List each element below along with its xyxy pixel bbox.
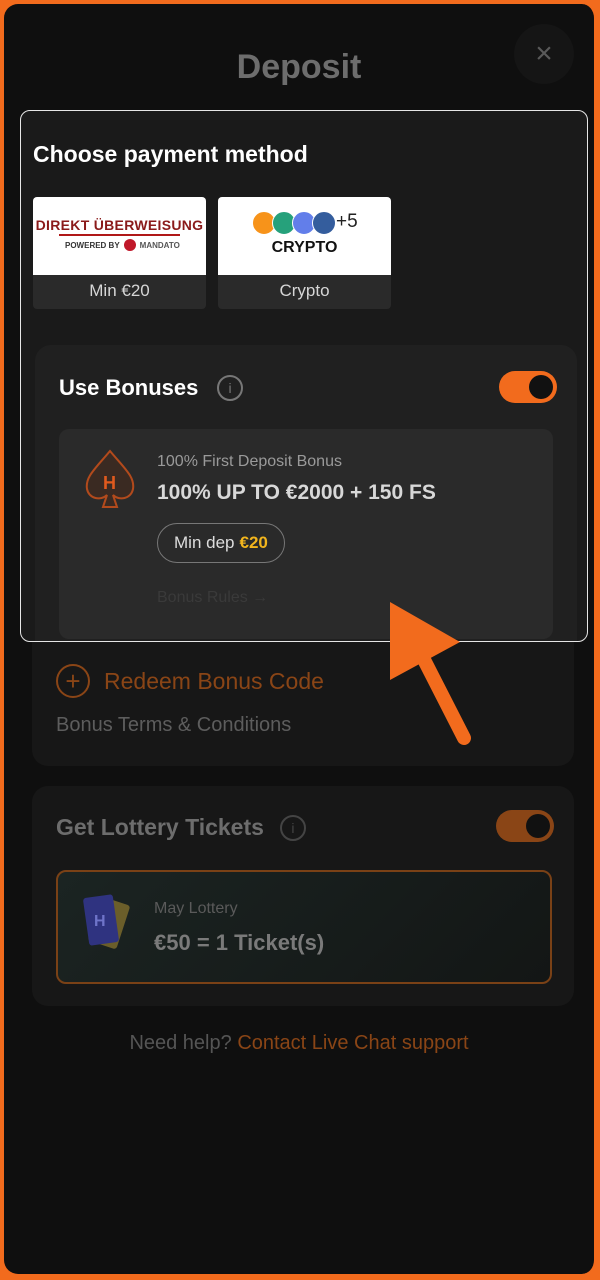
highlighted-section: Choose payment method DIREKT ÜBERWEISUNG… [20,110,588,642]
payment-method-label: Min €20 [89,281,150,300]
lottery-toggle[interactable] [496,810,554,842]
ticket-icon: H [83,894,130,949]
use-bonuses-toggle[interactable] [499,371,557,403]
use-bonuses-panel: Use Bonuses i H 100% First Deposit Bonus… [35,345,577,641]
redeem-bonus-code-button[interactable]: + Redeem Bonus Code [56,664,324,698]
help-question: Need help? [129,1032,232,1054]
lottery-card[interactable]: H May Lottery €50 = 1 Ticket(s) [56,870,552,984]
crypto-logo-text: CRYPTO [271,239,338,256]
min-dep-value: €20 [239,533,268,552]
spade-bonus-icon: H [85,449,135,508]
logo-underline [59,234,180,236]
toggle-knob [526,814,550,838]
direkt-ueberweisung-logo: DIREKT ÜBERWEISUNG POWERED BY MANDATO [33,197,206,275]
crypto-coins [252,211,336,235]
direkt-logo-text: DIREKT ÜBERWEISUNG [35,217,204,233]
bonus-headline: 100% UP TO €2000 + 150 FS [157,481,436,504]
payment-method-label: Crypto [279,281,330,300]
crypto-logo: +5 CRYPTO [218,197,391,275]
lottery-headline: €50 = 1 Ticket(s) [154,930,325,955]
mandato-icon [123,239,136,251]
payment-method-direkt[interactable]: DIREKT ÜBERWEISUNG POWERED BY MANDATO Mi… [33,197,206,309]
min-dep-label: Min dep [174,533,235,552]
toggle-knob [529,375,553,399]
live-chat-link[interactable]: Contact Live Chat support [237,1032,468,1054]
redeem-label: Redeem Bonus Code [104,667,324,694]
payment-method-crypto[interactable]: +5 CRYPTO Crypto [218,197,391,309]
lottery-title: Get Lottery Tickets [56,814,264,840]
pointer-arrow-icon [390,602,471,745]
close-button[interactable]: × [514,24,574,84]
crypto-more-count: +5 [336,211,358,232]
svg-text:H: H [94,913,106,930]
help-line: Need help? Contact Live Chat support [4,1032,594,1055]
bonus-subtitle: 100% First Deposit Bonus [157,453,342,470]
lottery-subtitle: May Lottery [154,900,238,917]
svg-text:H: H [103,473,116,493]
mandato-text: MANDATO [139,240,180,250]
info-icon[interactable]: i [217,375,243,401]
litecoin-icon [312,211,336,235]
min-deposit-badge: Min dep €20 [157,523,285,563]
plus-circle-icon: + [56,664,90,698]
deposit-modal: Deposit × + Redeem Bonus Code Bonus Term… [4,4,596,1274]
bonus-terms-link[interactable]: Bonus Terms & Conditions [56,714,291,737]
bonus-rules-link[interactable]: Bonus Rules → [157,589,268,607]
info-icon[interactable]: i [279,814,306,841]
lottery-panel: Get Lottery Tickets i H May Lottery €50 … [32,786,574,1006]
payment-method-title: Choose payment method [33,141,308,167]
close-icon: × [535,37,553,70]
use-bonuses-title: Use Bonuses [59,375,199,400]
page-title: Deposit [236,48,362,86]
powered-by-text: POWERED BY [65,240,120,250]
